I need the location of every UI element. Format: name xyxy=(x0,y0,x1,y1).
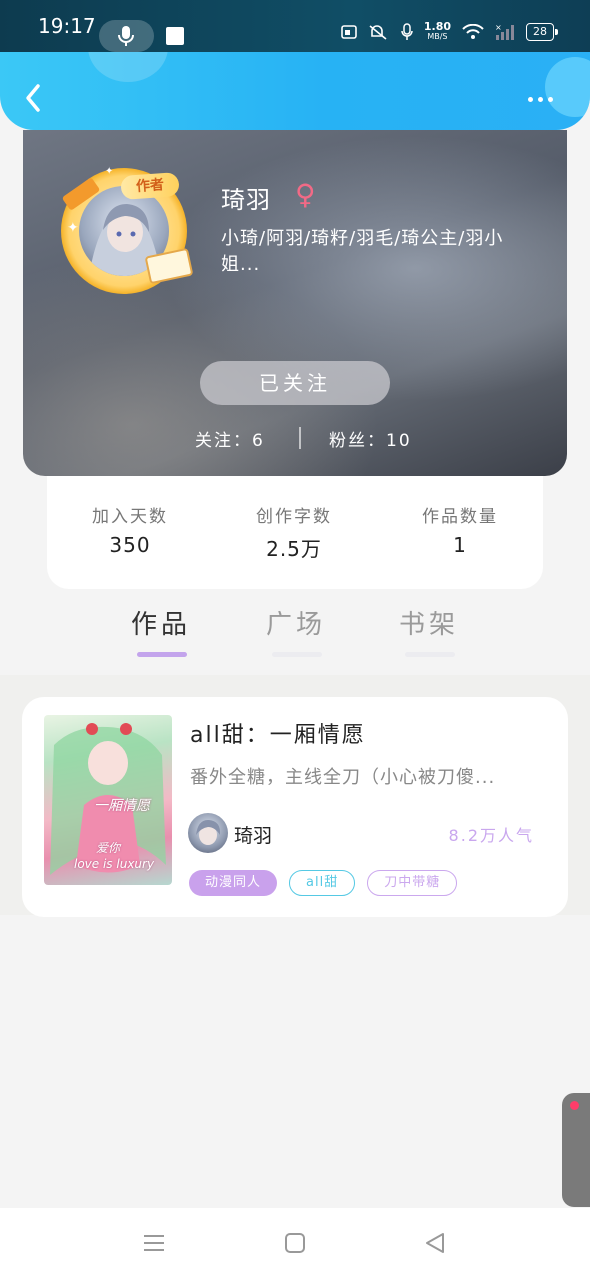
following-count[interactable]: 关注：6 xyxy=(195,426,265,451)
tab-bookshelf[interactable]: 书架 xyxy=(379,604,479,657)
work-cover-image[interactable]: 一厢情愿 爱你 love is luxury xyxy=(44,715,172,885)
system-nav-bar xyxy=(0,1208,590,1280)
work-title[interactable]: all甜：一厢情愿 xyxy=(190,717,366,749)
cover-text-decoration: love is luxury xyxy=(74,857,155,871)
mic-icon xyxy=(118,26,134,46)
nfc-icon xyxy=(341,25,357,39)
tab-plaza[interactable]: 广场 xyxy=(246,604,346,657)
work-card[interactable]: 一厢情愿 爱你 love is luxury all甜：一厢情愿 番外全糖，主线… xyxy=(22,697,568,917)
floating-side-handle[interactable] xyxy=(562,1093,590,1207)
tab-label: 作品 xyxy=(130,610,191,640)
sparkle-icon: ✦ xyxy=(105,166,114,177)
stat-value: 350 xyxy=(109,533,151,557)
female-icon: ♀ xyxy=(295,178,316,211)
header-bubble-decoration xyxy=(88,52,168,82)
followed-button[interactable]: 已关注 xyxy=(200,361,390,405)
notification-dot xyxy=(570,1101,579,1110)
work-description: 番外全糖，主线全刀（小心被刀傻... xyxy=(190,767,496,788)
profile-aliases: 小琦/阿羽/琦籽/羽毛/琦公主/羽小姐... xyxy=(221,228,504,275)
tab-label: 书架 xyxy=(398,610,459,640)
header-bar xyxy=(0,52,590,130)
tab-indicator xyxy=(272,652,322,657)
cover-text-decoration: 一厢情愿 xyxy=(94,798,150,814)
tag-all-sweet[interactable]: all甜 xyxy=(289,870,356,896)
stat-word-count: 创作字数 2.5万 xyxy=(219,502,369,562)
status-icons: 1.80 MB/S × 28 xyxy=(341,21,558,42)
profile-card: ✦ ✦ 作者 琦羽 ♀ 小琦/阿羽/琦籽/羽毛/琦公主/羽小姐... 已关注 关… xyxy=(23,130,567,476)
followers-count[interactable]: 粉丝：10 xyxy=(329,426,412,451)
work-author-name[interactable]: 琦羽 xyxy=(234,821,272,848)
author-stats: 加入天数 350 创作字数 2.5万 作品数量 1 xyxy=(47,476,543,589)
tab-label: 广场 xyxy=(265,610,326,640)
more-dot xyxy=(538,96,543,102)
tag-anime-fanfic[interactable]: 动漫同人 xyxy=(189,870,278,896)
stat-label: 创作字数 xyxy=(256,507,332,527)
mic-indicator[interactable] xyxy=(99,20,154,52)
more-dot xyxy=(528,96,533,102)
tab-works[interactable]: 作品 xyxy=(111,604,211,657)
stat-works-count: 作品数量 1 xyxy=(385,502,535,557)
stat-join-days: 加入天数 350 xyxy=(55,502,205,557)
back-triangle-icon[interactable] xyxy=(424,1232,446,1254)
work-tags: 动漫同人 all甜 刀中带糖 xyxy=(189,870,458,896)
work-author-avatar[interactable] xyxy=(188,813,228,853)
more-dots-icon[interactable] xyxy=(528,92,564,106)
stop-icon[interactable] xyxy=(166,27,184,45)
net-speed: 1.80 MB/S xyxy=(424,21,451,42)
home-square-icon[interactable] xyxy=(284,1232,306,1254)
header-bubble-decoration xyxy=(545,57,590,117)
work-popularity: 8.2万人气 xyxy=(448,826,534,845)
tab-bar: 作品 广场 书架 xyxy=(0,604,590,664)
wifi-icon xyxy=(462,24,484,39)
stat-label: 作品数量 xyxy=(422,507,498,527)
avatar[interactable]: ✦ ✦ 作者 xyxy=(61,166,194,294)
tab-indicator xyxy=(405,652,455,657)
status-time: 19:17 xyxy=(38,14,96,38)
divider xyxy=(299,427,301,449)
stat-value: 1 xyxy=(453,533,467,557)
svg-text:×: × xyxy=(495,24,502,32)
stat-value: 2.5万 xyxy=(266,537,322,561)
signal-icon: × xyxy=(495,24,514,40)
profile-name: 琦羽 xyxy=(221,186,271,214)
net-speed-unit: MB/S xyxy=(427,32,448,41)
stat-label: 加入天数 xyxy=(92,507,168,527)
tab-indicator xyxy=(137,652,187,657)
chevron-left-icon[interactable] xyxy=(20,80,48,116)
mic-small-icon xyxy=(401,23,413,40)
sparkle-icon: ✦ xyxy=(67,220,79,236)
tag-angst-with-sugar[interactable]: 刀中带糖 xyxy=(367,870,458,896)
follow-stats: 关注：6 粉丝：10 xyxy=(23,426,567,456)
menu-icon[interactable] xyxy=(143,1232,165,1254)
more-dot xyxy=(548,96,553,102)
status-bar: 19:17 1.80 MB/S × 28 xyxy=(0,0,590,54)
cover-text-decoration: 爱你 xyxy=(96,841,121,855)
mute-icon xyxy=(369,25,387,40)
battery-icon: 28 xyxy=(526,23,558,41)
author-badge: 作者 xyxy=(120,172,180,200)
